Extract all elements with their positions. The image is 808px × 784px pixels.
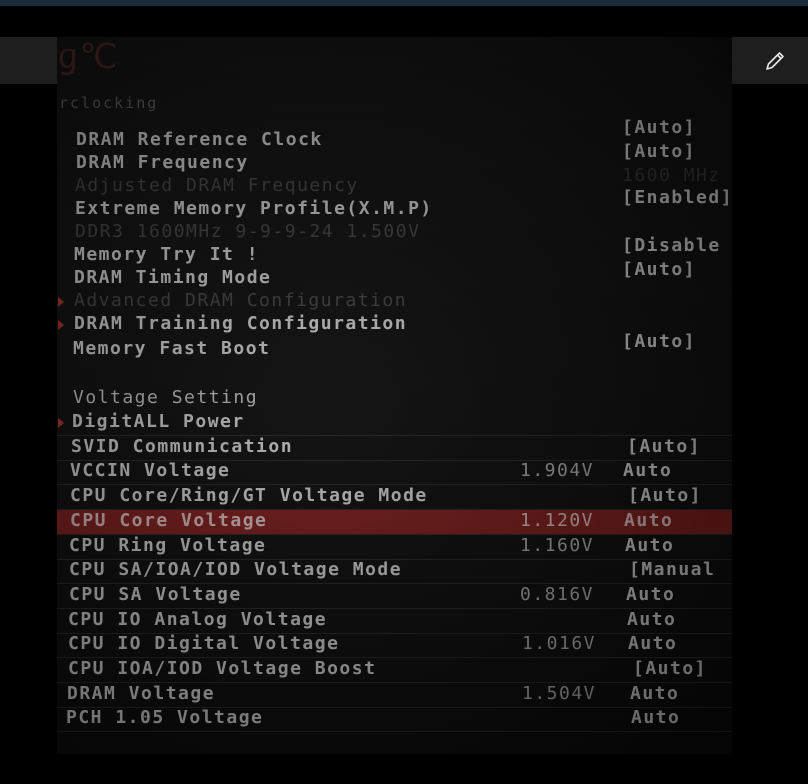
window-top-strip: [0, 0, 808, 6]
setting-value[interactable]: [Auto]: [622, 141, 696, 162]
setting-label: DRAM Voltage: [67, 683, 216, 704]
voltage-setting-row[interactable]: PCH 1.05 Voltage Auto: [57, 707, 732, 732]
setting-label: DRAM Timing Mode: [74, 267, 272, 288]
voltage-setting-heading: Voltage Setting: [73, 387, 259, 408]
edit-pencil-icon[interactable]: [757, 43, 793, 79]
setting-label: Adjusted DRAM Frequency: [75, 175, 359, 196]
dram-setting-row[interactable]: Advanced DRAM Configuration: [57, 290, 732, 314]
current-voltage-readout: 1.904V: [520, 460, 595, 481]
setting-value[interactable]: Auto: [631, 707, 680, 728]
submenu-arrow-icon: [58, 297, 64, 307]
setting-label: DDR3 1600MHz 9-9-9-24 1.500V: [75, 221, 421, 242]
setting-label: CPU SA Voltage: [69, 584, 242, 605]
setting-value[interactable]: [Auto]: [627, 436, 701, 457]
setting-value[interactable]: [Auto]: [622, 259, 696, 280]
dram-setting-row[interactable]: Memory Fast Boot [Auto]: [57, 331, 732, 362]
setting-value[interactable]: Auto: [623, 460, 672, 481]
bios-logo-fragment: ɡ℃: [57, 37, 120, 77]
bios-screen-photo: ɡ℃ rclocking DRAM Reference Clock [Auto] D…: [57, 37, 732, 754]
voltage-setting-row[interactable]: VCCIN Voltage 1.904V Auto: [57, 460, 732, 485]
voltage-setting-row[interactable]: DRAM Voltage 1.504V Auto: [57, 683, 732, 708]
section-title: rclocking: [59, 94, 159, 112]
voltage-setting-row[interactable]: CPU Ring Voltage 1.160V Auto: [57, 535, 732, 560]
setting-label: CPU Ring Voltage: [69, 535, 267, 556]
setting-value[interactable]: [Manual: [629, 559, 715, 580]
setting-label: DigitALL Power: [72, 411, 245, 432]
current-voltage-readout: 0.816V: [520, 584, 595, 605]
setting-label: VCCIN Voltage: [70, 460, 231, 481]
setting-value[interactable]: [Auto]: [622, 331, 696, 352]
voltage-setting-row[interactable]: DigitALL Power: [57, 411, 732, 436]
setting-label: DRAM Training Configuration: [74, 313, 408, 334]
setting-value[interactable]: [Auto]: [628, 485, 702, 506]
voltage-setting-row[interactable]: CPU Core/Ring/GT Voltage Mode [Auto]: [57, 485, 732, 510]
setting-value[interactable]: Auto: [626, 584, 675, 605]
submenu-arrow-icon: [58, 320, 64, 330]
submenu-arrow-icon: [58, 418, 64, 428]
setting-value[interactable]: Auto: [624, 510, 673, 531]
setting-value[interactable]: 1600 MHz: [622, 165, 721, 186]
setting-label: CPU IOA/IOD Voltage Boost: [68, 658, 377, 679]
current-voltage-readout: 1.160V: [520, 535, 595, 556]
setting-value[interactable]: Auto: [630, 683, 679, 704]
current-voltage-readout: 1.120V: [520, 510, 595, 531]
setting-label: CPU SA/IOA/IOD Voltage Mode: [69, 559, 403, 580]
setting-label: CPU Core/Ring/GT Voltage Mode: [70, 485, 428, 506]
voltage-setting-row[interactable]: CPU SA/IOA/IOD Voltage Mode [Manual: [57, 559, 732, 584]
setting-label: PCH 1.05 Voltage: [66, 707, 264, 728]
setting-label: CPU IO Digital Voltage: [68, 633, 340, 654]
setting-value[interactable]: [Auto]: [622, 117, 696, 138]
setting-value[interactable]: Auto: [628, 633, 677, 654]
voltage-setting-row-selected[interactable]: CPU Core Voltage 1.120V Auto: [57, 510, 732, 535]
setting-value[interactable]: Auto: [627, 609, 676, 630]
setting-label: DRAM Reference Clock: [76, 129, 323, 150]
setting-value[interactable]: [Auto]: [633, 658, 707, 679]
setting-label: Memory Try It !: [74, 244, 260, 265]
dram-setting-row[interactable]: DRAM Timing Mode [Auto]: [57, 259, 732, 291]
voltage-setting-row[interactable]: CPU IO Analog Voltage Auto: [57, 609, 732, 634]
setting-label: DRAM Frequency: [76, 152, 249, 173]
setting-value[interactable]: [Enabled]: [622, 187, 732, 208]
setting-label: Extreme Memory Profile(X.M.P): [75, 198, 433, 219]
current-voltage-readout: 1.016V: [522, 633, 597, 654]
setting-label: CPU IO Analog Voltage: [68, 609, 328, 630]
voltage-setting-row[interactable]: CPU SA Voltage 0.816V Auto: [57, 584, 732, 609]
dram-setting-row[interactable]: Extreme Memory Profile(X.M.P) [Enabled]: [57, 187, 732, 222]
setting-label: Advanced DRAM Configuration: [74, 290, 408, 311]
voltage-setting-row[interactable]: SVID Communication [Auto]: [57, 436, 732, 461]
setting-value[interactable]: Auto: [625, 535, 674, 556]
setting-value[interactable]: [Disable: [622, 235, 721, 256]
setting-label: CPU Core Voltage: [70, 510, 268, 531]
current-voltage-readout: 1.504V: [522, 683, 597, 704]
voltage-setting-row[interactable]: CPU IOA/IOD Voltage Boost [Auto]: [57, 658, 732, 683]
voltage-setting-row[interactable]: CPU IO Digital Voltage 1.016V Auto: [57, 633, 732, 658]
setting-label: SVID Communication: [71, 436, 294, 457]
setting-label: Memory Fast Boot: [73, 338, 271, 359]
